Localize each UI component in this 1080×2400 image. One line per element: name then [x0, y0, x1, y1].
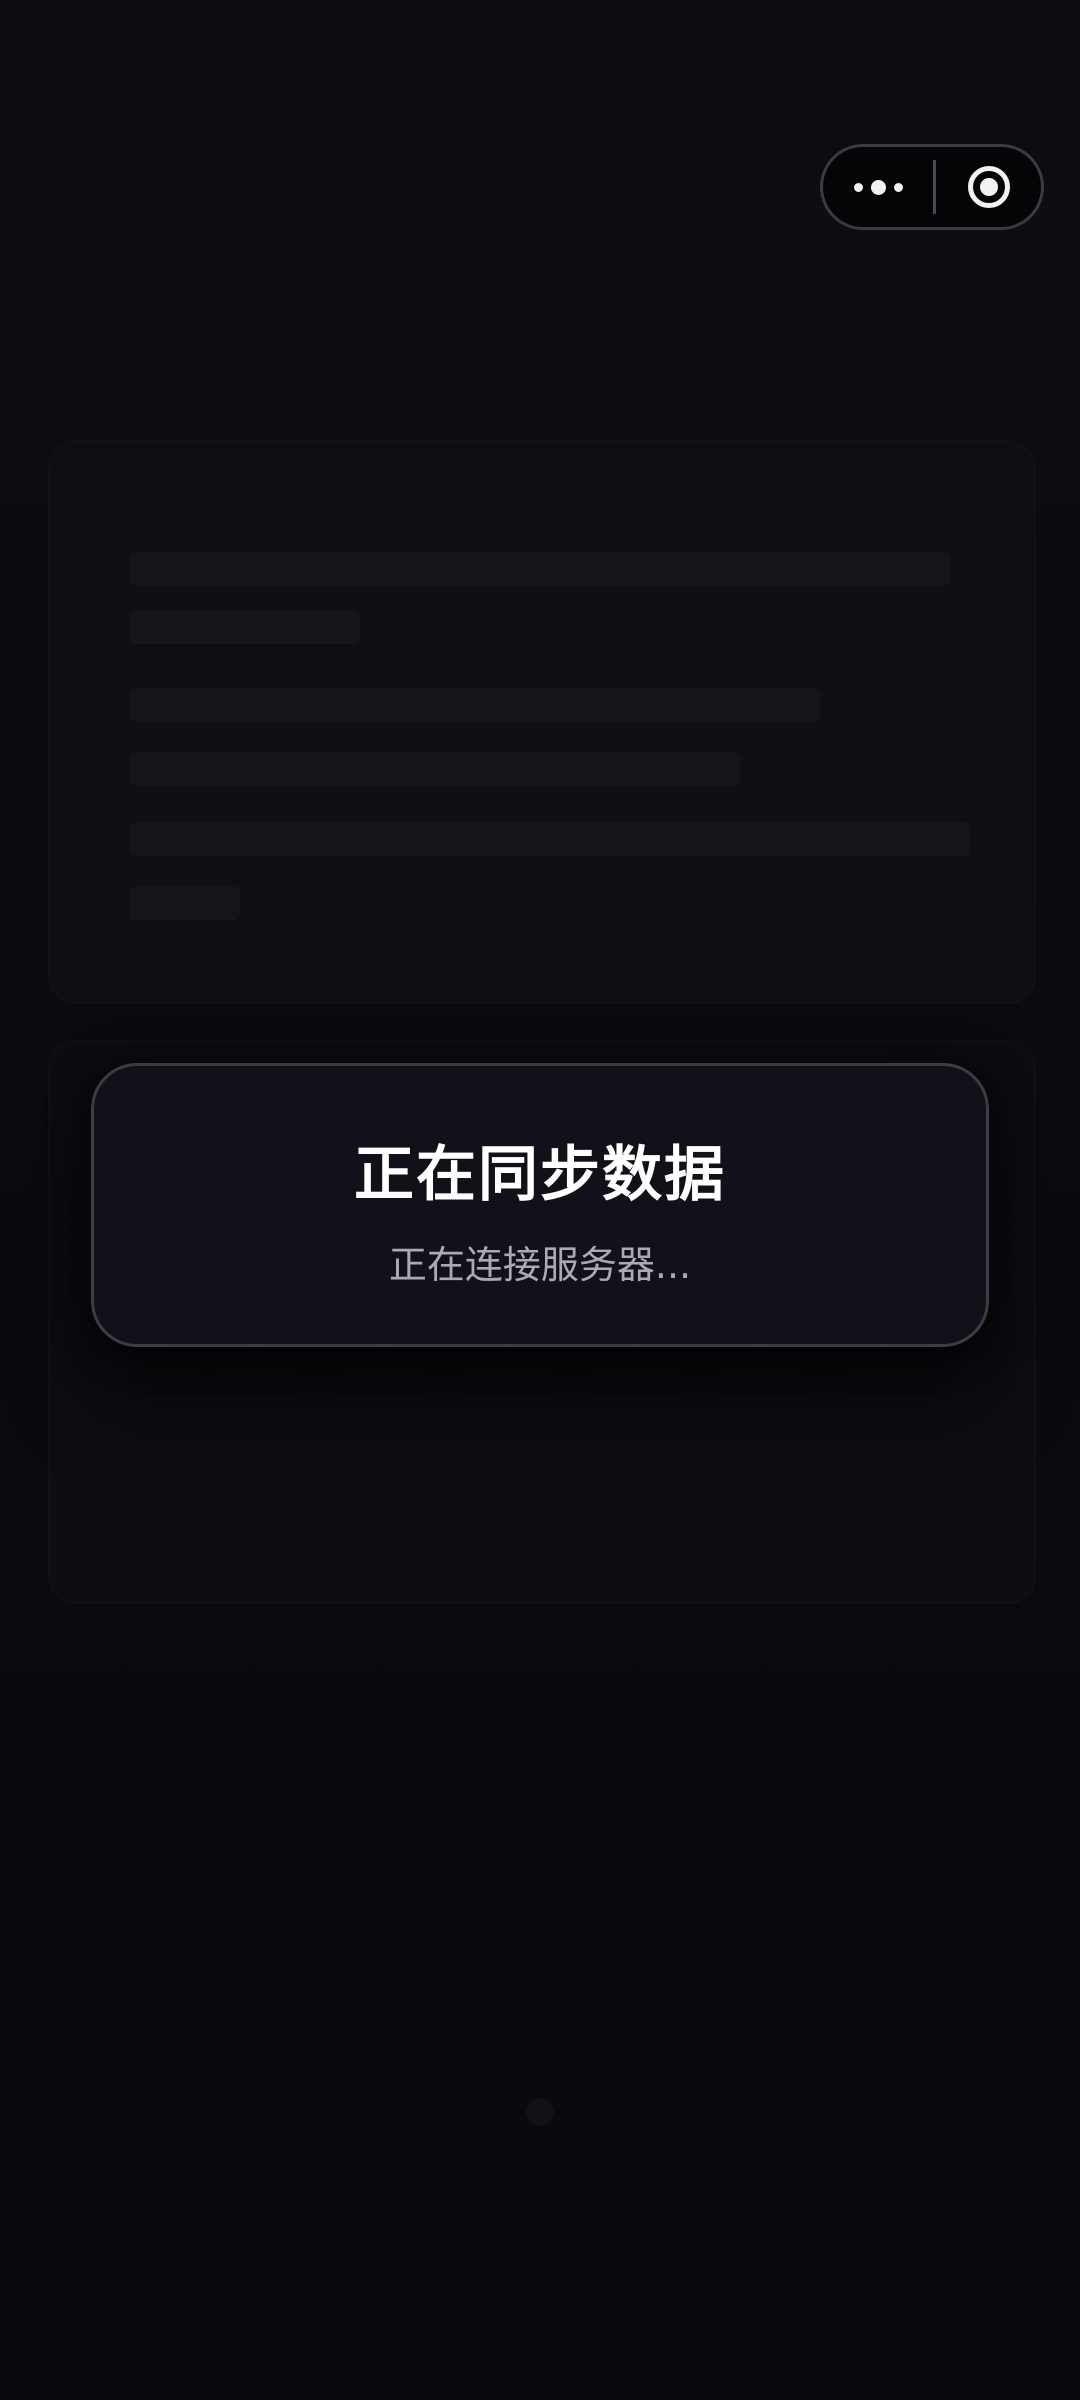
more-dots-icon — [853, 179, 903, 195]
background-line — [130, 752, 740, 786]
dialog-message: 正在连接服务器... — [388, 1243, 692, 1287]
dialog-title: 正在同步数据 — [354, 1140, 726, 1210]
background-bottom-mark — [526, 2098, 554, 2126]
background-line — [130, 610, 360, 644]
close-button[interactable] — [936, 147, 1041, 227]
background-line — [130, 822, 970, 856]
background-line — [130, 552, 950, 586]
more-button[interactable] — [823, 147, 933, 227]
background-line — [130, 886, 240, 920]
page: 正在同步数据 正在连接服务器... — [0, 0, 1080, 2400]
capsule-menu — [820, 144, 1044, 230]
background-line — [130, 688, 820, 722]
target-circle-icon — [967, 166, 1010, 208]
sync-dialog: 正在同步数据 正在连接服务器... — [91, 1063, 989, 1347]
